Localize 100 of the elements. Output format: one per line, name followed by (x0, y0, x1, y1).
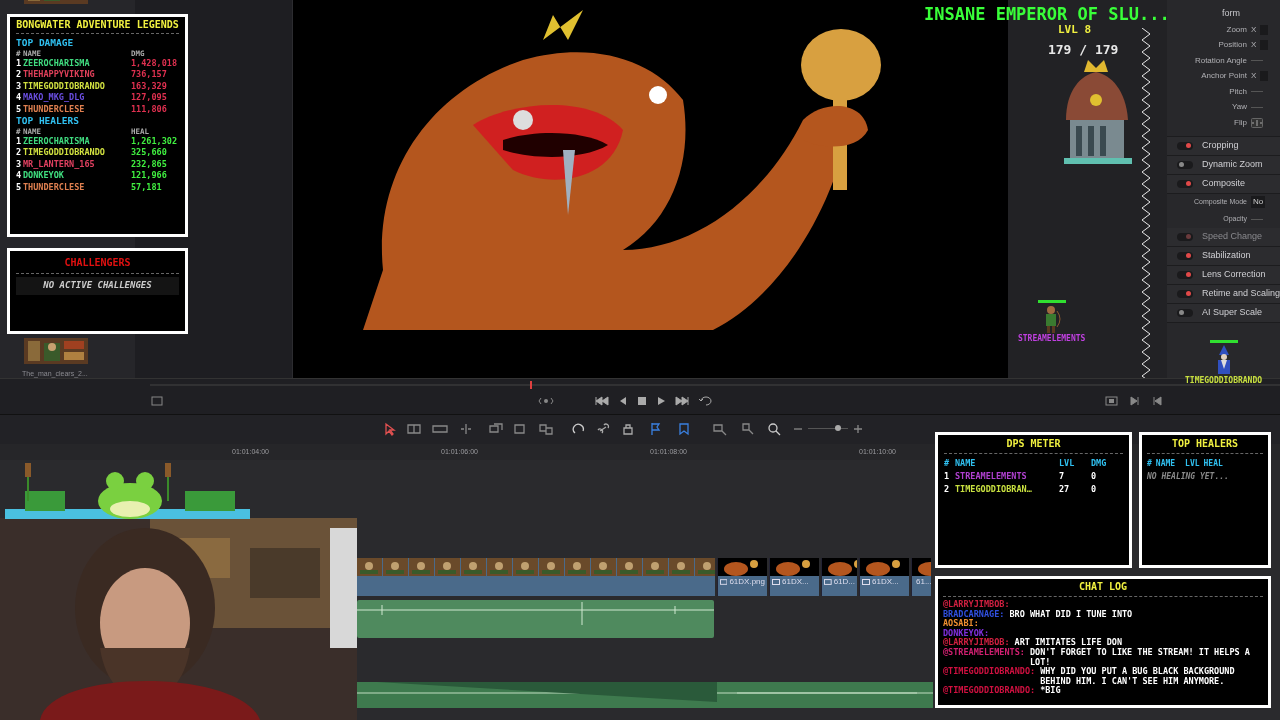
image-clip[interactable]: 61DX.png (717, 558, 767, 596)
search-icon[interactable] (766, 421, 782, 437)
rank: 2 (944, 483, 951, 496)
toggle-switch[interactable] (1176, 251, 1193, 260)
column-header: DMG (1091, 457, 1107, 470)
image-clip[interactable]: 61D... (821, 558, 857, 596)
panel-title: TOP HEALERS (1170, 437, 1240, 450)
damage: 0 (1091, 470, 1097, 483)
panel-title: DPS METER (1005, 437, 1062, 450)
rank: 5 (16, 181, 23, 193)
score: 111,806 (131, 103, 167, 115)
video-clip[interactable] (357, 558, 715, 596)
level: 7 (1059, 470, 1066, 483)
player-name: STREAMELEMENTS (1017, 333, 1086, 345)
toggle-switch[interactable] (1176, 289, 1193, 298)
pointer-icon[interactable] (382, 421, 398, 437)
empty-message: NO ACTIVE CHALLENGES (16, 277, 179, 295)
player-name: THUNDERCLESE (23, 181, 86, 193)
rank: 4 (16, 92, 23, 104)
marker-icon[interactable] (676, 421, 692, 437)
axis-label: X (1250, 70, 1257, 83)
toggle-switch[interactable] (1176, 308, 1193, 317)
chat-message: ART IMITATES LIFE DON (1014, 638, 1122, 648)
lock-icon[interactable] (620, 421, 636, 437)
rank: 4 (16, 170, 23, 182)
panel-title: BONGWATER ADVENTURE LEGENDS (16, 20, 179, 30)
score: 736,157 (131, 69, 167, 81)
player-name: TIMEGODDIOBRANDO (1185, 375, 1263, 387)
clip-name: 61DX... (872, 576, 899, 588)
toggle-switch[interactable] (1176, 270, 1193, 279)
zoom-slider-thumb[interactable] (835, 425, 841, 431)
zoom-detail-icon[interactable] (740, 421, 756, 437)
chat-username: DONKEYOK: (943, 628, 990, 638)
chat-username: @TIMEGODDIOBRANDO: (943, 686, 1036, 696)
loop-icon[interactable] (698, 393, 714, 409)
panel-title: CHAT LOG (1077, 581, 1129, 593)
score: 325,660 (131, 147, 167, 159)
image-clip[interactable]: 61DX... (859, 558, 909, 596)
boss-level: LVL 8 (1057, 24, 1092, 36)
score: 127,095 (131, 92, 167, 104)
image-icon (862, 579, 870, 585)
column-header: LVL (1059, 457, 1076, 470)
field-label: Rotation Angle (1193, 54, 1247, 67)
score: 1,261,302 (131, 135, 178, 147)
clip-name: 61... (916, 576, 931, 588)
replace-icon[interactable] (538, 421, 554, 437)
tab-label[interactable]: form (1221, 6, 1240, 20)
rank: 3 (16, 80, 23, 92)
player-name: STREAMELEMENTS (955, 470, 1028, 483)
score: 163,329 (131, 80, 167, 92)
trim-icon[interactable] (406, 421, 422, 437)
image-clip[interactable]: 61... (911, 558, 931, 596)
column-header: # (1147, 458, 1152, 470)
boss-title: INSANE EMPEROR OF SLU... (924, 5, 1170, 23)
column-header: # (944, 457, 951, 470)
player-name: MAKO_MKG_DLG (23, 92, 86, 104)
section-heading: TOP DAMAGE (16, 37, 75, 49)
score: 121,966 (131, 170, 167, 182)
rank: 1 (16, 57, 23, 69)
field-label: Flip (1233, 116, 1247, 129)
toggle-switch[interactable] (1176, 141, 1193, 150)
score: 1,428,018 (131, 57, 178, 69)
rank: 1 (944, 470, 951, 483)
score: 232,865 (131, 158, 167, 170)
field-label: Zoom (1225, 23, 1247, 36)
column-header: NAME (955, 457, 977, 470)
score: 57,181 (131, 181, 162, 193)
overwrite-icon[interactable] (512, 421, 528, 437)
zoom-fit-icon[interactable] (712, 421, 728, 437)
chat-message: *BIG (1040, 686, 1061, 696)
chat-username: @TIMEGODDIOBRANDO: (943, 667, 1036, 679)
player-name: TIMEGODDIOBRAN… (955, 483, 1033, 496)
toggle-switch[interactable] (1176, 160, 1193, 169)
split-icon[interactable] (458, 421, 474, 437)
clip-name: 61DX... (782, 576, 809, 588)
audio-clip[interactable] (357, 600, 714, 638)
crop-icon[interactable] (150, 393, 166, 409)
fullscreen-icon[interactable] (1104, 393, 1120, 409)
axis-label: X (1250, 39, 1257, 52)
flip-icon[interactable] (1250, 117, 1263, 128)
chat-message: DON'T FORGET TO LIKE THE STREAM! IT HELPS A LOT! (1029, 647, 1251, 667)
image-clip[interactable]: 61DX... (769, 558, 819, 596)
player-name: ZEEROCHARISMA (23, 57, 91, 69)
rank: 5 (16, 103, 23, 115)
skip-forward-icon[interactable] (674, 393, 690, 409)
field-label: Yaw (1231, 101, 1247, 114)
player-name: THEHAPPYVIKING (23, 69, 96, 81)
image-icon (720, 579, 728, 585)
dropdown[interactable]: No (1250, 196, 1266, 208)
player-name: ZEEROCHARISMA (23, 135, 91, 147)
chat-username: BRADCARNAGE: (943, 609, 1005, 619)
toggle-switch[interactable] (1176, 179, 1193, 188)
image-icon (824, 579, 832, 585)
boss-health: 179 / 179 (1047, 41, 1119, 59)
rank: 2 (16, 69, 23, 81)
chat-message: BRO WHAT DID I TUNE INTO (1009, 609, 1133, 620)
empty-message: NO HEALING YET... (1147, 471, 1230, 483)
column-header: LVL (1185, 458, 1200, 470)
skip-back-icon[interactable] (594, 393, 610, 409)
player-name: TIMEGODDIOBRANDO (23, 80, 106, 92)
